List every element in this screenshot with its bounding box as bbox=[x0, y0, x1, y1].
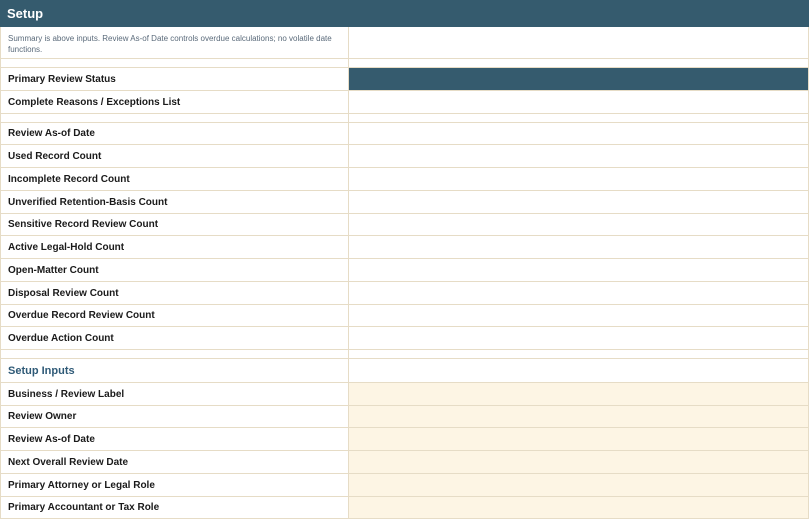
accountant-row: Primary Accountant or Tax Role bbox=[0, 497, 809, 519]
sheet-title: Setup bbox=[0, 0, 809, 27]
business-label-row: Business / Review Label bbox=[0, 383, 809, 406]
open-matter-count-value[interactable] bbox=[349, 259, 809, 281]
incomplete-count-row: Incomplete Record Count bbox=[0, 168, 809, 191]
overdue-action-count-value[interactable] bbox=[349, 327, 809, 349]
spacer-cell[interactable] bbox=[0, 114, 349, 122]
input-as-of-input[interactable] bbox=[349, 428, 809, 450]
owner-label: Review Owner bbox=[0, 406, 349, 427]
business-label-input[interactable] bbox=[349, 383, 809, 405]
primary-status-value[interactable] bbox=[349, 68, 809, 90]
business-label-label: Business / Review Label bbox=[0, 383, 349, 405]
spacer-row bbox=[0, 59, 809, 68]
reasons-label: Complete Reasons / Exceptions List bbox=[0, 91, 349, 113]
instruction-note: Summary is above inputs. Review As-of Da… bbox=[0, 27, 349, 58]
input-as-of-row: Review As-of Date bbox=[0, 428, 809, 451]
disposal-count-value[interactable] bbox=[349, 282, 809, 304]
owner-row: Review Owner bbox=[0, 406, 809, 428]
incomplete-count-label: Incomplete Record Count bbox=[0, 168, 349, 190]
overdue-record-count-label: Overdue Record Review Count bbox=[0, 305, 349, 326]
summary-as-of-value[interactable] bbox=[349, 123, 809, 144]
open-matter-count-label: Open-Matter Count bbox=[0, 259, 349, 281]
spacer-value-cell[interactable] bbox=[349, 114, 809, 122]
disposal-count-row: Disposal Review Count bbox=[0, 282, 809, 305]
overdue-action-count-row: Overdue Action Count bbox=[0, 327, 809, 350]
inputs-section-row: Setup Inputs bbox=[0, 359, 809, 383]
overdue-record-count-value[interactable] bbox=[349, 305, 809, 326]
summary-as-of-label: Review As-of Date bbox=[0, 123, 349, 144]
next-review-input[interactable] bbox=[349, 451, 809, 473]
legal-hold-count-label: Active Legal-Hold Count bbox=[0, 236, 349, 258]
overdue-record-count-row: Overdue Record Review Count bbox=[0, 305, 809, 327]
note-row: Summary is above inputs. Review As-of Da… bbox=[0, 27, 809, 59]
incomplete-count-value[interactable] bbox=[349, 168, 809, 190]
open-matter-count-row: Open-Matter Count bbox=[0, 259, 809, 282]
title-row: Setup bbox=[0, 0, 809, 27]
used-count-row: Used Record Count bbox=[0, 145, 809, 168]
spacer-row bbox=[0, 350, 809, 359]
unverified-count-value[interactable] bbox=[349, 191, 809, 213]
spacer-row bbox=[0, 114, 809, 123]
attorney-row: Primary Attorney or Legal Role bbox=[0, 474, 809, 497]
used-count-label: Used Record Count bbox=[0, 145, 349, 167]
attorney-label: Primary Attorney or Legal Role bbox=[0, 474, 349, 496]
sensitive-count-row: Sensitive Record Review Count bbox=[0, 214, 809, 236]
inputs-section-value[interactable] bbox=[349, 359, 809, 382]
unverified-count-row: Unverified Retention-Basis Count bbox=[0, 191, 809, 214]
spacer-value-cell[interactable] bbox=[349, 59, 809, 67]
note-value-cell[interactable] bbox=[349, 27, 809, 58]
spreadsheet: Setup Summary is above inputs. Review As… bbox=[0, 0, 809, 519]
inputs-section-title: Setup Inputs bbox=[0, 359, 349, 382]
spacer-cell[interactable] bbox=[0, 350, 349, 358]
next-review-row: Next Overall Review Date bbox=[0, 451, 809, 474]
spacer-value-cell[interactable] bbox=[349, 350, 809, 358]
summary-as-of-row: Review As-of Date bbox=[0, 123, 809, 145]
legal-hold-count-row: Active Legal-Hold Count bbox=[0, 236, 809, 259]
next-review-label: Next Overall Review Date bbox=[0, 451, 349, 473]
primary-status-label: Primary Review Status bbox=[0, 68, 349, 90]
used-count-value[interactable] bbox=[349, 145, 809, 167]
owner-input[interactable] bbox=[349, 406, 809, 427]
primary-status-row: Primary Review Status bbox=[0, 68, 809, 91]
sensitive-count-value[interactable] bbox=[349, 214, 809, 235]
attorney-input[interactable] bbox=[349, 474, 809, 496]
unverified-count-label: Unverified Retention-Basis Count bbox=[0, 191, 349, 213]
spacer-cell[interactable] bbox=[0, 59, 349, 67]
reasons-row: Complete Reasons / Exceptions List bbox=[0, 91, 809, 114]
input-as-of-label: Review As-of Date bbox=[0, 428, 349, 450]
sensitive-count-label: Sensitive Record Review Count bbox=[0, 214, 349, 235]
legal-hold-count-value[interactable] bbox=[349, 236, 809, 258]
overdue-action-count-label: Overdue Action Count bbox=[0, 327, 349, 349]
disposal-count-label: Disposal Review Count bbox=[0, 282, 349, 304]
reasons-value[interactable] bbox=[349, 91, 809, 113]
